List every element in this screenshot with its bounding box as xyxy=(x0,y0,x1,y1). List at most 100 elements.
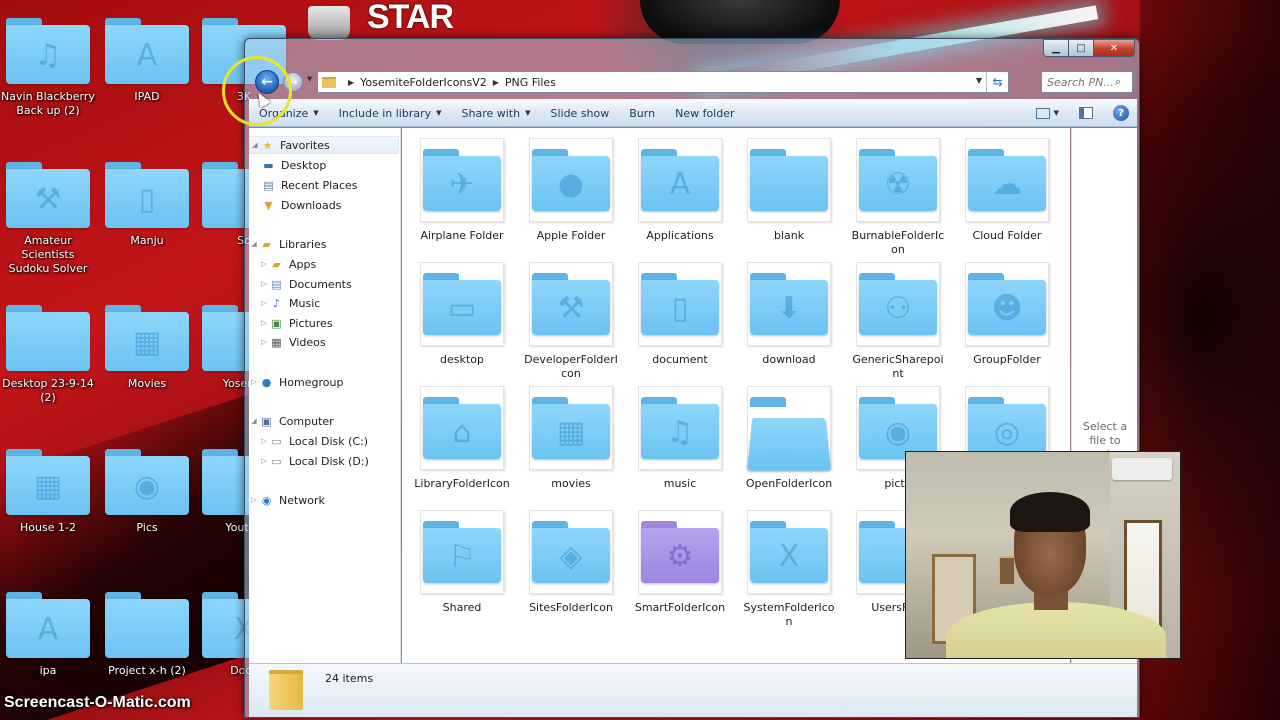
command-share-with[interactable]: Share with ▼ xyxy=(452,100,541,126)
expand-triangle-icon[interactable]: ▷ xyxy=(259,457,269,465)
command-include-in-library[interactable]: Include in library ▼ xyxy=(329,100,452,126)
file-item[interactable]: ⚐ Shared xyxy=(410,510,514,615)
nav-local-disk-d[interactable]: ▷ ▭ Local Disk (D:) xyxy=(259,452,409,470)
command-new-folder[interactable]: New folder xyxy=(665,100,744,126)
navigation-pane[interactable]: ◢ ★ Favorites ▬ Desktop ▤ Recent Places … xyxy=(249,128,401,663)
nav-network[interactable]: ▷ ◉ Network xyxy=(249,491,399,509)
expand-triangle-icon[interactable]: ▷ xyxy=(259,280,269,288)
file-item[interactable]: ▭ desktop xyxy=(410,262,514,367)
refresh-button[interactable]: ⇆ xyxy=(986,72,1008,92)
webcam-photo-frame xyxy=(998,556,1016,586)
desktop-icon-label: Pics xyxy=(136,521,158,534)
file-label: Apple Folder xyxy=(536,229,606,242)
file-item[interactable]: ▦ movies xyxy=(519,386,623,491)
collapse-triangle-icon[interactable]: ◢ xyxy=(249,240,259,248)
expand-triangle-icon[interactable]: ▷ xyxy=(259,260,269,268)
change-view-icon[interactable] xyxy=(1035,107,1050,119)
folder-icon xyxy=(105,592,189,658)
file-item[interactable]: ✈ Airplane Folder xyxy=(410,138,514,243)
desktop-icon[interactable]: ▦ House 1-2 xyxy=(0,449,96,535)
file-item[interactable]: ⚇ GenericSharepoint xyxy=(846,262,950,381)
breadcrumb-item-png-files[interactable]: PNG Files xyxy=(505,76,556,89)
folder-glyph: ☁ xyxy=(992,167,1022,202)
nav-downloads[interactable]: ▼ Downloads xyxy=(261,196,411,214)
nav-videos[interactable]: ▷ ▦ Videos xyxy=(259,333,409,351)
close-button[interactable]: ✕ xyxy=(1093,39,1135,57)
address-bar[interactable]: ▶ YosemiteFolderIconsV2 ▶ PNG Files ▼ ⇆ xyxy=(317,71,1009,93)
file-thumbnail: ⬇ xyxy=(747,262,831,346)
file-item[interactable]: ⚙ SmartFolderIcon xyxy=(628,510,732,615)
file-item[interactable]: ◈ SitesFolderIcon xyxy=(519,510,623,615)
file-item[interactable]: ⌂ LibraryFolderIcon xyxy=(410,386,514,491)
nav-pictures[interactable]: ▷ ▣ Pictures xyxy=(259,314,409,332)
desktop-icon[interactable]: Aipa xyxy=(0,592,96,678)
desktop-icon[interactable]: Desktop 23-9-14 (2) xyxy=(0,305,96,405)
desktop-icon[interactable]: Project x-h (2) xyxy=(99,592,195,678)
search-icon[interactable]: ⌕ xyxy=(1115,75,1121,89)
nav-homegroup[interactable]: ▷ ● Homegroup xyxy=(249,373,399,391)
help-icon[interactable]: ? xyxy=(1113,105,1129,121)
collapse-triangle-icon[interactable]: ◢ xyxy=(249,417,259,425)
file-item[interactable]: blank xyxy=(737,138,841,243)
music-icon: ♫ xyxy=(641,397,719,459)
file-label: document xyxy=(652,353,708,366)
nav-favorites[interactable]: ◢ ★ Favorites xyxy=(249,136,399,154)
file-item[interactable]: ⚒ DeveloperFolderIcon xyxy=(519,262,623,381)
file-item[interactable]: A Applications xyxy=(628,138,732,243)
desktop-icon-label: Amateur Scientists Sudoku Solver xyxy=(8,234,88,275)
maximize-button[interactable]: □ xyxy=(1068,39,1094,57)
expand-triangle-icon[interactable]: ▷ xyxy=(259,319,269,327)
expand-triangle-icon[interactable]: ▷ xyxy=(259,338,269,346)
nav-local-disk-c[interactable]: ▷ ▭ Local Disk (C:) xyxy=(259,432,409,450)
file-item[interactable]: ♫ music xyxy=(628,386,732,491)
folder-glyph: ⚒ xyxy=(557,291,585,326)
nav-recent-places[interactable]: ▤ Recent Places xyxy=(261,176,411,194)
file-item[interactable]: X SystemFolderIcon xyxy=(737,510,841,629)
command-slide-show[interactable]: Slide show xyxy=(540,100,619,126)
search-box[interactable]: ⌕ xyxy=(1041,71,1133,93)
minimize-button[interactable]: ▁ xyxy=(1043,39,1069,57)
recent-pages-dropdown[interactable]: ▼ xyxy=(307,75,315,87)
nav-label: Documents xyxy=(289,277,352,291)
gear-icon: ⚙ xyxy=(641,521,719,583)
breadcrumb-chevron-icon[interactable]: ▶ xyxy=(348,78,354,87)
expand-triangle-icon[interactable]: ▷ xyxy=(259,299,269,307)
breadcrumb-chevron-icon[interactable]: ▶ xyxy=(493,78,499,87)
desktop-icon[interactable]: ◉ Pics xyxy=(99,449,195,535)
title-bar[interactable]: ▁ □ ✕ xyxy=(245,39,1139,65)
expand-triangle-icon[interactable]: ▷ xyxy=(249,496,259,504)
file-label: SmartFolderIcon xyxy=(634,601,726,614)
command-burn[interactable]: Burn xyxy=(619,100,665,126)
file-item[interactable]: ⬇ download xyxy=(737,262,841,367)
refresh-icon: ⇆ xyxy=(992,75,1003,89)
desktop-icon[interactable]: A IPAD xyxy=(99,18,195,104)
address-dropdown-icon[interactable]: ▼ xyxy=(976,76,982,85)
desktop-icon[interactable]: ▯ Manju xyxy=(99,162,195,248)
expand-triangle-icon[interactable]: ▷ xyxy=(249,378,259,386)
file-item[interactable]: ☻ GroupFolder xyxy=(955,262,1059,367)
file-item[interactable]: ● Apple Folder xyxy=(519,138,623,243)
collapse-triangle-icon[interactable]: ◢ xyxy=(250,141,260,149)
breadcrumb-item-yosemitefoldericonsv2[interactable]: YosemiteFolderIconsV2 xyxy=(360,76,487,89)
nav-music[interactable]: ▷ ♪ Music xyxy=(259,294,409,312)
desktop-icon[interactable]: ♫ Navin Blackberry Back up (2) xyxy=(0,18,96,118)
nav-apps[interactable]: ▷ ▰ Apps xyxy=(259,255,409,273)
file-item[interactable]: ☁ Cloud Folder xyxy=(955,138,1059,243)
nav-documents[interactable]: ▷ ▤ Documents xyxy=(259,275,409,293)
nav-libraries[interactable]: ◢ ▰ Libraries xyxy=(249,235,399,253)
people-icon: ⚇ xyxy=(859,273,937,335)
desktop-icon-label: Project x-h (2) xyxy=(108,664,186,677)
search-input[interactable] xyxy=(1047,75,1113,89)
nav-computer[interactable]: ◢ ▣ Computer xyxy=(249,412,399,430)
file-item[interactable]: ▯ document xyxy=(628,262,732,367)
folder-glyph: ☻ xyxy=(991,291,1023,326)
preview-pane-toggle-icon[interactable] xyxy=(1079,107,1093,119)
view-options-dropdown-icon[interactable]: ▼ xyxy=(1054,109,1059,117)
nav-desktop[interactable]: ▬ Desktop xyxy=(261,156,411,174)
file-thumbnail: ⚇ xyxy=(856,262,940,346)
file-item[interactable]: ☢ BurnableFolderIcon xyxy=(846,138,950,257)
desktop-icon[interactable]: ⚒ Amateur Scientists Sudoku Solver xyxy=(0,162,96,276)
expand-triangle-icon[interactable]: ▷ xyxy=(259,437,269,445)
file-item[interactable]: OpenFolderIcon xyxy=(737,386,841,491)
desktop-icon[interactable]: ▦ Movies xyxy=(99,305,195,391)
